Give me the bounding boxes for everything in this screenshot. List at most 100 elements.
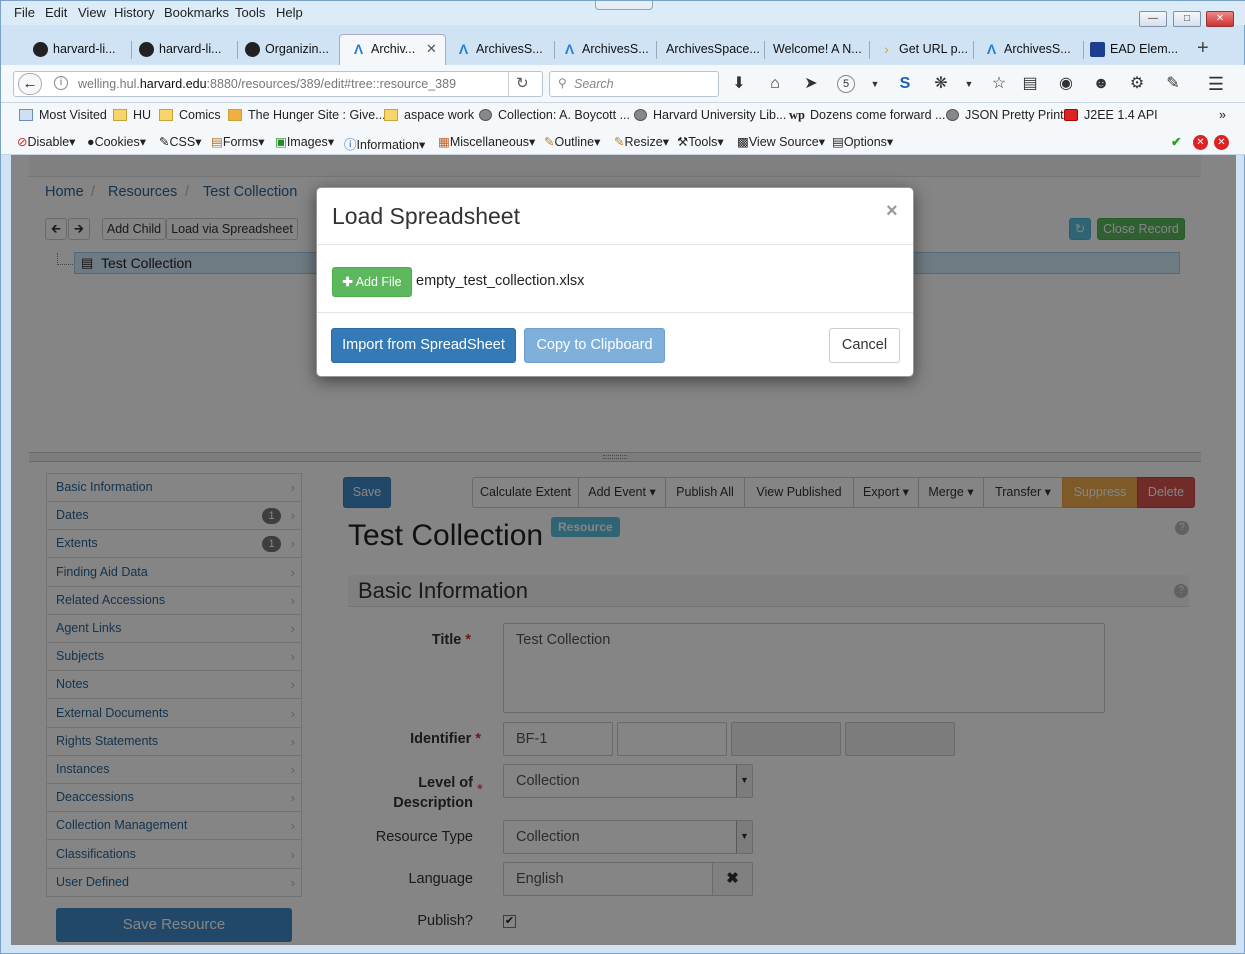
modal-divider (317, 244, 913, 245)
ant-icon[interactable]: ❋ (931, 74, 951, 94)
maximize-button[interactable]: □ (1173, 11, 1201, 27)
menu-view[interactable]: View (78, 5, 106, 20)
wd-css[interactable]: ✎CSS▾ (159, 134, 201, 149)
bookmark-label: aspace work (404, 108, 475, 122)
error-icon[interactable]: ✕ (1214, 135, 1229, 150)
wd-cookies[interactable]: ●Cookies▾ (87, 134, 146, 149)
wd-images[interactable]: ▣Images▾ (275, 134, 334, 149)
tab-8[interactable]: Welcome! A N... (773, 35, 865, 63)
validation-ok-icon[interactable]: ✔ (1171, 134, 1181, 149)
github-icon (139, 42, 154, 58)
url-divider (508, 72, 509, 96)
wd-label: CSS (169, 135, 196, 149)
forms-icon: ▤ (211, 135, 223, 149)
wd-options[interactable]: ▤Options▾ (832, 134, 893, 149)
wd-view-source[interactable]: ▩View Source▾ (737, 134, 825, 149)
bookmark-dozens[interactable]: wp Dozens come forward ... (789, 108, 945, 123)
search-placeholder: Search (574, 77, 614, 91)
bookmark-collection-boycott[interactable]: Collection: A. Boycott ... (479, 108, 630, 122)
tab-divider (554, 41, 555, 59)
close-tab-icon[interactable]: ✕ (426, 41, 437, 57)
search-icon: ⚲ (558, 76, 567, 90)
dropdown-icon[interactable]: ▼ (865, 74, 885, 94)
tab-4[interactable]: Λ Archiv... (351, 35, 421, 63)
web-developer-toolbar: ⊘Disable▾ ●Cookies▾ ✎CSS▾ ▤Forms▾ ▣Image… (1, 129, 1245, 155)
reload-icon[interactable]: ↻ (516, 74, 529, 92)
menu-tools[interactable]: Tools (235, 5, 265, 20)
wd-disable[interactable]: ⊘Disable▾ (17, 134, 75, 149)
tab-7[interactable]: ArchivesSpace... (666, 35, 761, 63)
new-tab-icon[interactable]: + (1197, 37, 1209, 60)
import-from-spreadsheet-button[interactable]: Import from SpreadSheet (331, 328, 516, 363)
back-icon[interactable]: ← (18, 73, 42, 95)
add-file-button[interactable]: ✚ Add File (332, 267, 412, 297)
cookies-icon: ● (87, 135, 95, 149)
bookmark-j2ee[interactable]: J2EE 1.4 API (1064, 108, 1158, 122)
ghost-icon[interactable]: ☻ (1091, 74, 1111, 94)
disable-icon: ⊘ (17, 135, 28, 149)
folder-icon (113, 109, 127, 121)
wd-tools[interactable]: ⚒Tools▾ (677, 134, 724, 149)
url-bar[interactable]: ← i welling.hul.harvard.edu:8880/resourc… (13, 71, 543, 97)
hunger-site-icon (228, 109, 242, 121)
plus-icon: ✚ (342, 275, 353, 289)
dropdown-icon[interactable]: ▼ (959, 74, 979, 94)
drag-handle[interactable] (595, 1, 653, 10)
outline-icon: ✎ (544, 135, 555, 149)
bookmark-hu[interactable]: HU (113, 108, 151, 122)
tab-9[interactable]: › Get URL p... (879, 35, 971, 63)
tab-divider (131, 41, 132, 59)
globe-icon (946, 109, 959, 121)
bookmark-json-pretty[interactable]: JSON Pretty Print (946, 108, 1064, 122)
color-picker-icon[interactable]: ◉ (1056, 74, 1076, 94)
wd-outline[interactable]: ✎Outline▾ (544, 134, 600, 149)
tab-5[interactable]: Λ ArchivesS... (456, 35, 552, 63)
s-addon-icon[interactable]: S (895, 74, 915, 94)
wd-miscellaneous[interactable]: ▦Miscellaneous▾ (438, 134, 535, 149)
home-icon[interactable]: ⌂ (765, 74, 785, 94)
hamburger-menu-icon[interactable]: ☰ (1206, 74, 1226, 94)
eyedropper-icon[interactable]: ✎ (1163, 74, 1183, 94)
information-icon: ⓘ (344, 138, 357, 152)
add-file-label: Add File (355, 275, 402, 289)
url-suffix: :8880/resources/389/edit#tree::resource_… (206, 77, 457, 91)
bookmark-hunger-site[interactable]: The Hunger Site : Give... (228, 108, 386, 122)
error-icon[interactable]: ✕ (1193, 135, 1208, 150)
bookmark-harvard-library[interactable]: Harvard University Lib... (634, 108, 786, 122)
menu-help[interactable]: Help (276, 5, 303, 20)
more-bookmarks-icon[interactable]: » (1219, 108, 1226, 122)
tab-3[interactable]: Organizin... (245, 35, 333, 63)
tab-label: Archiv... (371, 42, 416, 56)
search-input[interactable]: ⚲ Search (549, 71, 719, 97)
menu-file[interactable]: File (14, 5, 35, 20)
download-icon[interactable]: ⬇ (729, 74, 749, 94)
addon-badge-icon[interactable]: 5 (837, 75, 855, 93)
wd-forms[interactable]: ▤Forms▾ (211, 134, 265, 149)
bike-icon[interactable]: ⚙ (1127, 74, 1147, 94)
tab-6[interactable]: Λ ArchivesS... (562, 35, 650, 63)
wd-information[interactable]: ⓘInformation▾ (344, 134, 425, 153)
menu-edit[interactable]: Edit (45, 5, 67, 20)
cancel-button[interactable]: Cancel (829, 328, 900, 363)
tab-1[interactable]: harvard-li... (33, 35, 129, 63)
tab-10[interactable]: Λ ArchivesS... (984, 35, 1082, 63)
tab-2[interactable]: harvard-li... (139, 35, 235, 63)
modal-close-icon[interactable]: × (886, 200, 898, 223)
menu-history[interactable]: History (114, 5, 154, 20)
url-text[interactable]: welling.hul.harvard.edu:8880/resources/3… (78, 77, 456, 91)
reading-list-icon[interactable]: ▤ (1020, 74, 1040, 94)
close-window-button[interactable]: ✕ (1206, 11, 1234, 27)
send-icon[interactable]: ➤ (801, 74, 821, 94)
info-icon[interactable]: i (54, 76, 68, 90)
menu-bookmarks[interactable]: Bookmarks (164, 5, 229, 20)
bookmark-star-icon[interactable]: ☆ (989, 74, 1009, 94)
archivesspace-icon: Λ (353, 41, 364, 58)
copy-to-clipboard-button[interactable]: Copy to Clipboard (524, 328, 665, 363)
bookmark-comics[interactable]: Comics (159, 108, 221, 122)
tab-11[interactable]: EAD Elem... (1090, 35, 1182, 63)
wd-resize[interactable]: ✎Resize▾ (614, 134, 669, 149)
minimize-button[interactable]: — (1139, 11, 1167, 27)
bookmark-aspace-work[interactable]: aspace work (384, 108, 474, 122)
tab-label: Welcome! A N... (773, 42, 862, 56)
bookmark-most-visited[interactable]: Most Visited (19, 108, 107, 122)
